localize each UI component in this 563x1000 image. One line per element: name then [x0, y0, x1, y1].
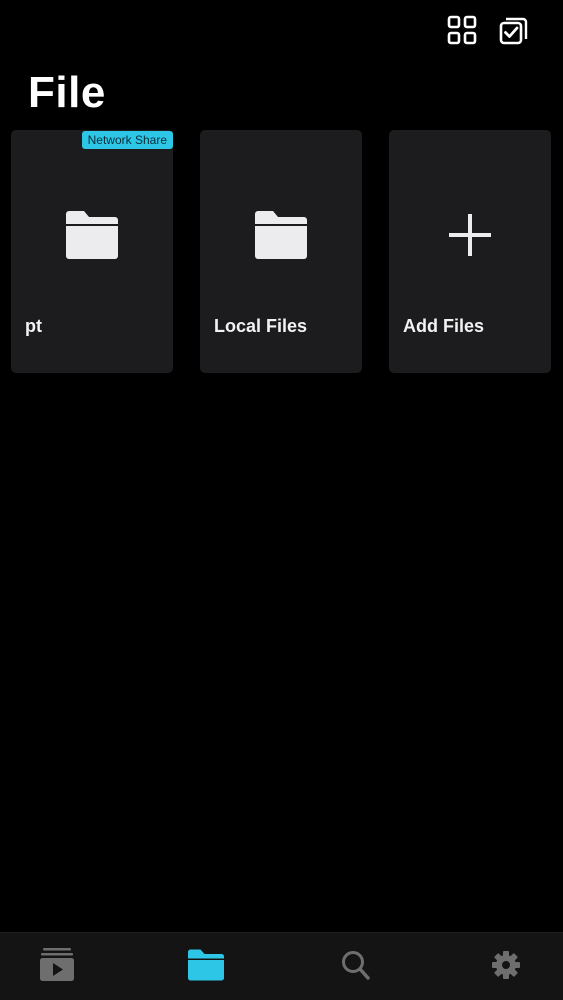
page-title: File	[28, 68, 106, 117]
tab-media[interactable]	[37, 947, 77, 983]
tab-files[interactable]	[186, 947, 226, 983]
tile-label: pt	[25, 316, 42, 336]
search-icon	[342, 951, 370, 980]
folder-icon	[188, 949, 224, 981]
tile-label: Local Files	[214, 316, 308, 336]
grid-view-button[interactable]	[446, 14, 478, 46]
tile-label: Add Files	[403, 316, 485, 336]
plus-icon	[440, 208, 500, 262]
tab-search[interactable]	[336, 947, 376, 983]
tab-bar	[0, 932, 563, 1000]
file-screen: File Network Share pt Local Files Add Fi…	[0, 0, 563, 1000]
folder-icon	[251, 208, 311, 262]
checkbox-select-icon	[499, 17, 528, 45]
folder-icon	[62, 208, 122, 262]
tile-add-files[interactable]: Add Files	[389, 130, 551, 373]
select-button[interactable]	[498, 14, 530, 46]
media-library-icon	[40, 948, 74, 981]
grid-icon	[447, 15, 477, 45]
tab-settings[interactable]	[486, 947, 526, 983]
network-share-badge: Network Share	[81, 131, 173, 149]
tile-local-files[interactable]: Local Files	[200, 130, 362, 373]
tile-network-share-pt[interactable]: Network Share pt	[11, 130, 173, 373]
gear-icon	[492, 951, 520, 979]
